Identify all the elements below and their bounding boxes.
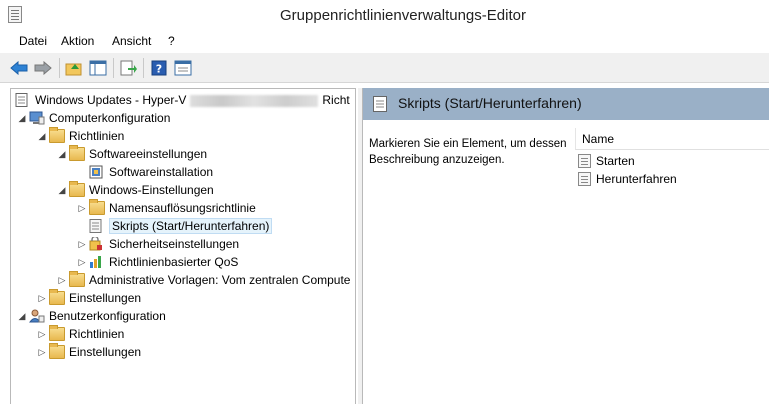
toolbar-separator <box>143 58 144 78</box>
tree-pane[interactable]: Windows Updates - Hyper-V Richt ◢ Compute… <box>10 88 356 404</box>
tree-label: Richtlinien <box>69 327 125 341</box>
folder-icon <box>69 180 85 197</box>
folder-icon <box>69 270 85 287</box>
expand-arrow-icon[interactable]: ▷ <box>75 235 89 253</box>
help-icon[interactable]: ? <box>149 58 169 78</box>
menu-datei[interactable]: Datei <box>16 34 50 48</box>
show-hide-tree-icon[interactable] <box>88 58 108 78</box>
list-item-starten[interactable]: Starten <box>578 152 635 170</box>
expand-arrow-icon[interactable]: ▷ <box>55 271 69 289</box>
details-pane: Skripts (Start/Herunterfahren) Markieren… <box>362 88 769 404</box>
tree-item-admin-templates[interactable]: ▷ Administrative Vorlagen: Vom zentralen … <box>55 270 351 289</box>
script-icon <box>89 218 105 233</box>
script-icon <box>373 96 387 112</box>
expand-arrow-icon[interactable]: ▷ <box>75 253 89 271</box>
tree-label: Computerkonfiguration <box>49 111 171 125</box>
title-bar: Gruppenrichtlinienverwaltungs-Editor <box>0 0 769 32</box>
tree-label: Einstellungen <box>69 291 142 305</box>
tree-item-software-settings[interactable]: ◢ Softwareeinstellungen <box>55 144 208 163</box>
menu-ansicht[interactable]: Ansicht <box>109 34 154 48</box>
column-header-name[interactable]: Name <box>575 128 769 150</box>
tree-item-windows-settings[interactable]: ◢ Windows-Einstellungen <box>55 180 214 199</box>
tree-item-scripts[interactable]: Skripts (Start/Herunterfahren) <box>75 217 273 235</box>
folder-icon <box>49 324 65 341</box>
column-header-label: Name <box>582 132 615 146</box>
tree-label: Administrative Vorlagen: Vom zentralen C… <box>89 273 351 287</box>
tree-label: Skripts (Start/Herunterfahren) <box>109 218 273 234</box>
folder-icon <box>49 342 65 359</box>
expand-arrow-icon[interactable]: ▷ <box>35 325 49 343</box>
tree-item-computer-config[interactable]: ◢ Computerkonfiguration <box>15 109 171 127</box>
qos-chart-icon <box>89 255 105 269</box>
collapse-arrow-icon[interactable]: ◢ <box>15 307 29 325</box>
tree-item-preferences[interactable]: ▷ Einstellungen <box>35 288 142 307</box>
tree-item-user-config[interactable]: ◢ Benutzerkonfiguration <box>15 307 166 325</box>
tree-item-qos[interactable]: ▷ Richtlinienbasierter QoS <box>75 253 239 271</box>
tree-root[interactable]: Windows Updates - Hyper-V Richt <box>15 91 350 109</box>
toolbar-separator <box>113 58 114 78</box>
collapse-arrow-icon[interactable]: ◢ <box>55 181 69 199</box>
tree-label: Richtlinienbasierter QoS <box>109 255 239 269</box>
expand-arrow-icon[interactable]: ▷ <box>75 199 89 217</box>
collapse-arrow-icon[interactable]: ◢ <box>55 145 69 163</box>
tree-label: Windows-Einstellungen <box>89 183 214 197</box>
tree-root-suffix: Richt <box>322 93 350 107</box>
software-install-icon <box>89 165 105 179</box>
toolbar: ? <box>0 53 769 83</box>
tree-item-policies[interactable]: ◢ Richtlinien <box>35 126 125 145</box>
tree-label: Softwareeinstellungen <box>89 147 208 161</box>
details-header: Skripts (Start/Herunterfahren) <box>363 88 769 120</box>
tree-item-user-preferences[interactable]: ▷ Einstellungen <box>35 342 142 361</box>
tree-item-user-policies[interactable]: ▷ Richtlinien <box>35 324 125 343</box>
tree-item-security[interactable]: ▷ Sicherheitseinstellungen <box>75 235 239 253</box>
list-item-label: Herunterfahren <box>596 172 677 186</box>
expand-arrow-icon[interactable]: ▷ <box>35 289 49 307</box>
tree-item-software-install[interactable]: Softwareinstallation <box>75 163 213 181</box>
tree-item-name-resolution[interactable]: ▷ Namensauflösungsrichtlinie <box>75 198 256 217</box>
tree-root-label: Windows Updates - Hyper-V <box>35 93 187 107</box>
forward-arrow-icon[interactable] <box>33 58 53 78</box>
list-item-label: Starten <box>596 154 635 168</box>
user-icon <box>29 309 45 323</box>
up-folder-icon[interactable] <box>64 58 84 78</box>
properties-icon[interactable] <box>173 58 193 78</box>
folder-icon <box>49 126 65 143</box>
window-title: Gruppenrichtlinienverwaltungs-Editor <box>280 7 526 24</box>
document-icon <box>15 92 31 107</box>
script-icon <box>578 171 591 186</box>
tree-label: Richtlinien <box>69 129 125 143</box>
tree-label: Benutzerkonfiguration <box>49 309 166 323</box>
tree-label: Einstellungen <box>69 345 142 359</box>
export-list-icon[interactable] <box>118 58 138 78</box>
folder-icon <box>49 288 65 305</box>
script-icon <box>578 153 591 168</box>
folder-icon <box>89 198 105 215</box>
collapse-arrow-icon[interactable]: ◢ <box>15 109 29 127</box>
menu-help[interactable]: ? <box>165 34 178 48</box>
folder-icon <box>69 144 85 161</box>
menu-bar: Datei Aktion Ansicht ? <box>0 32 769 52</box>
toolbar-separator <box>59 58 60 78</box>
menu-aktion[interactable]: Aktion <box>58 34 97 48</box>
details-description: Markieren Sie ein Element, um dessen Bes… <box>369 138 567 166</box>
security-lock-icon <box>89 235 105 251</box>
expand-arrow-icon[interactable]: ▷ <box>35 343 49 361</box>
collapse-arrow-icon[interactable]: ◢ <box>35 127 49 145</box>
list-item-herunterfahren[interactable]: Herunterfahren <box>578 170 677 188</box>
back-arrow-icon[interactable] <box>9 58 29 78</box>
redacted-text <box>190 94 319 107</box>
tree-label: Namensauflösungsrichtlinie <box>109 201 256 215</box>
tree-label: Softwareinstallation <box>109 165 214 179</box>
tree-label: Sicherheitseinstellungen <box>109 237 240 251</box>
svg-text:?: ? <box>156 63 162 76</box>
details-title: Skripts (Start/Herunterfahren) <box>398 95 582 111</box>
computer-icon <box>29 111 45 125</box>
